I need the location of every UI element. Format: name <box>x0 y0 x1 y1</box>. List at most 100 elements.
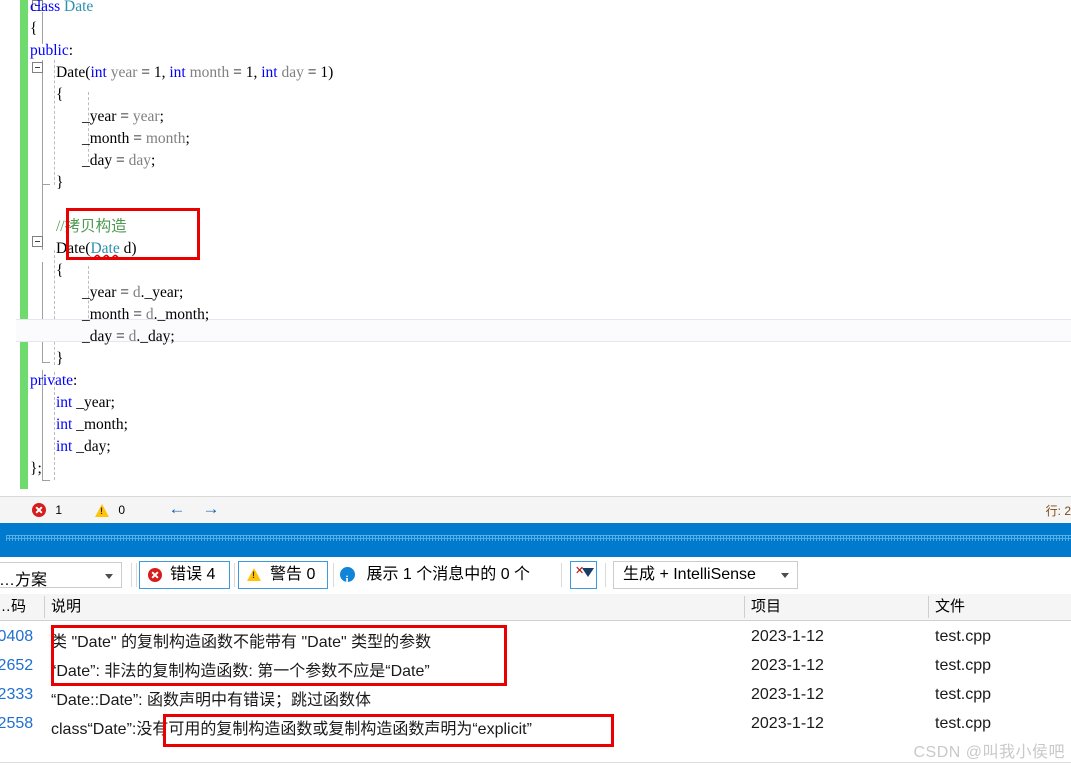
csdn-watermark: CSDN @叫我小侯吧 <box>913 744 1065 761</box>
error-list-table[interactable]: …码 说明 项目 文件 C0408类 "Date" 的复制构造函数不能带有 "D… <box>0 594 1071 769</box>
editor-error-count[interactable]: 1 <box>32 501 62 519</box>
build-scope-value: 生成 + IntelliSense <box>623 566 756 583</box>
code-token: = <box>112 152 129 169</box>
column-header-code[interactable]: …码 <box>0 597 26 617</box>
column-divider[interactable] <box>744 596 745 618</box>
build-scope-dropdown[interactable]: 生成 + IntelliSense <box>613 561 798 589</box>
code-token: int <box>56 438 73 455</box>
column-divider[interactable] <box>928 596 929 618</box>
code-line: _year = year; <box>0 106 1071 128</box>
code-token: _year <box>76 394 111 411</box>
bottom-divider <box>0 762 1071 763</box>
code-token: ; <box>106 438 111 455</box>
visual-studio-window: class Date{public: Date(int year = 1, int… <box>0 0 1071 769</box>
errors-filter-label: 错误 4 <box>170 566 216 583</box>
messages-filter-label: 展示 1 个消息中的 0 个 <box>366 566 531 583</box>
editor-error-count-label: 1 <box>55 503 63 517</box>
messages-filter-button[interactable]: 展示 1 个消息中的 0 个 <box>340 562 531 593</box>
code-line: _day = day; <box>0 150 1071 172</box>
code-line: } <box>0 348 1071 370</box>
code-line: _month = d._month; <box>0 304 1071 326</box>
code-token: { <box>30 20 38 37</box>
error-file: test.cpp <box>935 657 992 674</box>
previous-error-button[interactable]: ← <box>166 499 188 519</box>
column-divider[interactable] <box>44 596 45 618</box>
code-token: month <box>189 64 230 81</box>
error-circle-icon <box>32 503 46 517</box>
code-token: int <box>169 64 186 81</box>
info-circle-icon <box>340 567 355 593</box>
scope-dropdown[interactable]: …方案 <box>0 562 122 589</box>
code-annotation-box <box>66 208 200 260</box>
code-line: }; <box>0 458 1071 480</box>
error-project: 2023-1-12 <box>751 657 824 674</box>
error-list-toolbar: …方案 错误 4 警告 0 展示 1 个消息中的 0 个 ✕ 生成 + Inte… <box>0 557 1071 595</box>
code-token: year <box>132 108 160 125</box>
error-code-link[interactable]: C2652 <box>0 657 33 675</box>
code-line: Date(int year = 1, int month = 1, int da… <box>0 62 1071 84</box>
code-line: int _year; <box>0 392 1071 414</box>
errors-filter-button[interactable]: 错误 4 <box>139 561 230 589</box>
error-annotation-box-1 <box>51 625 507 686</box>
code-token: int <box>56 394 73 411</box>
toolbar-separator <box>136 563 137 587</box>
error-project: 2023-1-12 <box>751 715 824 732</box>
error-list-header-row: …码 说明 项目 文件 <box>0 594 1071 621</box>
code-token: _month <box>82 130 130 147</box>
toolbar-separator <box>605 563 606 587</box>
code-token: }; <box>30 460 42 477</box>
code-token: day <box>128 152 152 169</box>
code-token: Date <box>64 0 94 15</box>
error-code-link[interactable]: C0408 <box>0 628 33 646</box>
warning-triangle-icon <box>95 504 109 517</box>
code-token: _day <box>140 328 171 345</box>
code-token: ) <box>328 64 334 81</box>
editor-warning-count[interactable]: 0 <box>95 501 125 519</box>
code-token: : <box>73 372 78 389</box>
error-code-link[interactable]: C2333 <box>0 686 33 704</box>
pane-drag-grip <box>6 535 1071 541</box>
scope-dropdown-value: …方案 <box>0 572 48 589</box>
code-token: public <box>30 42 69 59</box>
error-project: 2023-1-12 <box>751 628 824 645</box>
filter-funnel-glyph <box>582 568 594 577</box>
column-header-project[interactable]: 项目 <box>751 597 781 617</box>
code-token: = <box>229 64 246 81</box>
code-token: _day <box>82 328 113 345</box>
code-token: ; <box>110 394 115 411</box>
code-token: _year <box>82 284 117 301</box>
code-token: = <box>116 284 133 301</box>
warnings-filter-button[interactable]: 警告 0 <box>238 561 328 589</box>
code-token: d <box>145 306 154 323</box>
editor-status-bar: 1 0 ← → 行: 2 <box>0 496 1071 524</box>
warnings-filter-label: 警告 0 <box>270 566 316 583</box>
toolbar-separator <box>333 563 334 587</box>
code-line: private: <box>0 370 1071 392</box>
error-project: 2023-1-12 <box>751 686 824 703</box>
error-code-link[interactable]: C2558 <box>0 715 33 733</box>
code-line: public: <box>0 40 1071 62</box>
code-editor[interactable]: class Date{public: Date(int year = 1, int… <box>0 0 1071 496</box>
column-header-file[interactable]: 文件 <box>935 597 965 617</box>
warning-triangle-icon <box>247 568 261 581</box>
code-token: 1 <box>153 64 162 81</box>
code-token: 1 <box>320 64 329 81</box>
code-token: month <box>145 130 186 147</box>
code-line: int _month; <box>0 414 1071 436</box>
column-header-description[interactable]: 说明 <box>51 597 81 617</box>
code-token: ; <box>178 284 184 301</box>
code-token: = <box>116 108 133 125</box>
editor-warning-count-label: 0 <box>118 503 126 517</box>
next-error-button[interactable]: → <box>200 499 222 519</box>
error-file: test.cpp <box>935 686 992 703</box>
code-token: _day <box>82 152 113 169</box>
code-token: } <box>56 174 64 191</box>
code-token: ; <box>159 108 164 125</box>
code-line: _year = d._year; <box>0 282 1071 304</box>
clear-filter-icon[interactable]: ✕ <box>570 561 597 589</box>
toolbar-separator <box>131 563 132 587</box>
error-list-pane-title-bar[interactable] <box>0 523 1071 557</box>
code-line: { <box>0 84 1071 106</box>
error-file: test.cpp <box>935 628 992 645</box>
code-token: ; <box>204 306 210 323</box>
